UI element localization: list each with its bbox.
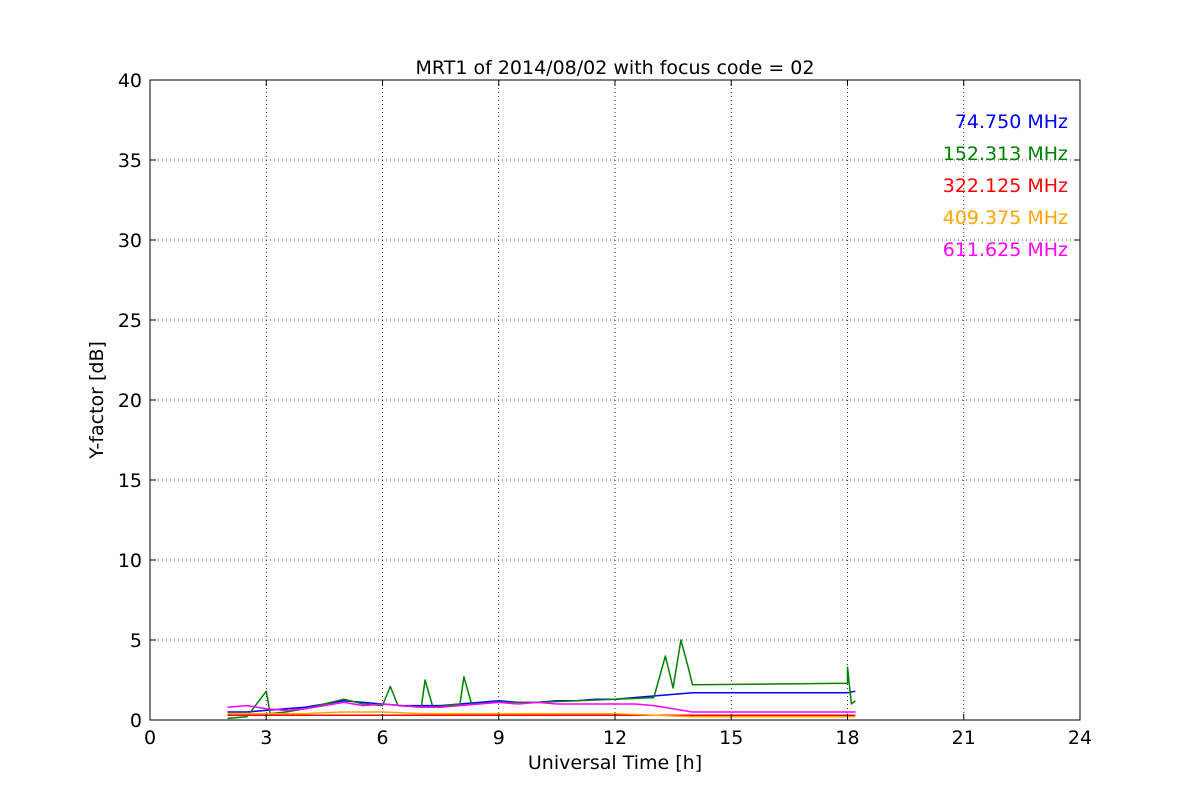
chart-svg: 0 3 6 9 12 15 18 21 24 0 5 10 15 20 25 30 35 40 MRT1 of 2…: [86, 57, 1092, 774]
y-axis-label: Y-factor [dB]: [86, 341, 108, 460]
y-tick-label: 25: [118, 310, 142, 332]
y-tick-label: 35: [118, 150, 142, 172]
x-tick-label: 15: [719, 727, 743, 749]
chart: 0 3 6 9 12 15 18 21 24 0 5 10 15 20 25 30 35 40 MRT1 of 2…: [0, 0, 1200, 800]
x-tick-label: 24: [1068, 727, 1092, 749]
legend-entry: 611.625 MHz: [943, 239, 1068, 261]
x-tick-label: 12: [603, 727, 627, 749]
legend-entry: 409.375 MHz: [943, 207, 1068, 229]
x-tick-label: 18: [835, 727, 859, 749]
y-tick-label: 15: [118, 470, 142, 492]
x-tick-label: 0: [144, 727, 156, 749]
y-tick-label: 5: [130, 630, 142, 652]
x-tick-label: 9: [493, 727, 505, 749]
legend-entry: 322.125 MHz: [943, 175, 1068, 197]
legend-entry: 152.313 MHz: [943, 143, 1068, 165]
x-tick-label: 6: [376, 727, 388, 749]
y-tick-label: 0: [130, 710, 142, 732]
x-tick-label: 21: [952, 727, 976, 749]
y-tick-label: 30: [118, 230, 142, 252]
y-tick-label: 20: [118, 390, 142, 412]
y-tick-label: 10: [118, 550, 142, 572]
y-tick-label: 40: [118, 70, 142, 92]
x-tick-label: 3: [260, 727, 272, 749]
legend-entry: 74.750 MHz: [955, 111, 1068, 133]
chart-title: MRT1 of 2014/08/02 with focus code = 02: [416, 57, 815, 79]
x-axis-label: Universal Time [h]: [528, 752, 702, 774]
